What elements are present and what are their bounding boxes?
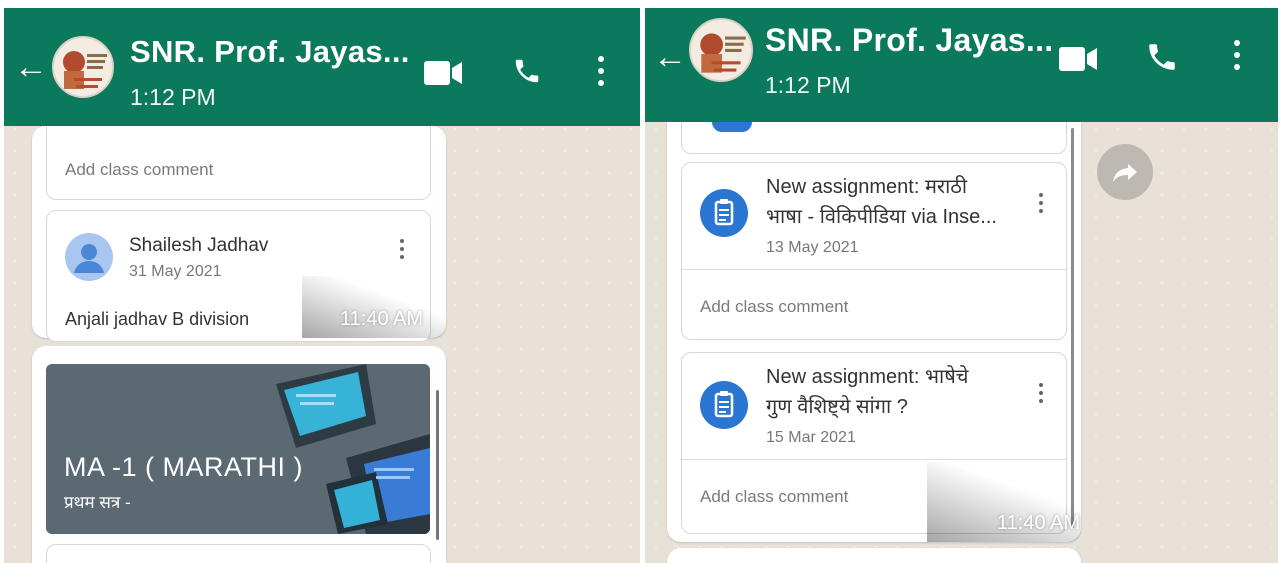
image-message-bubble[interactable]: New assignment: मराठी भाषा - विकिपीडिया … xyxy=(667,122,1081,542)
image-message-bubble[interactable]: Add class comment Shailesh Jadhav 31 May… xyxy=(32,126,446,342)
chat-header: ← SNR. Prof. Jayas... 1:12 PM xyxy=(4,8,640,126)
voice-call-icon[interactable] xyxy=(1145,40,1179,74)
add-class-comment[interactable]: Add class comment xyxy=(700,297,848,317)
assignment-date: 13 May 2021 xyxy=(766,239,859,256)
user-avatar-icon xyxy=(65,233,113,281)
assignment-date: 15 Mar 2021 xyxy=(766,429,856,446)
message-time: 11:40 AM xyxy=(340,308,424,330)
avatar-image-icon xyxy=(63,51,107,89)
last-seen-time: 1:12 PM xyxy=(130,84,216,110)
contact-avatar[interactable] xyxy=(52,36,114,98)
video-call-icon[interactable] xyxy=(424,60,464,86)
post-author: Shailesh Jadhav xyxy=(129,235,269,256)
back-arrow-icon[interactable]: ← xyxy=(653,40,687,74)
last-seen-time: 1:12 PM xyxy=(765,72,851,98)
comment-card: Add class comment xyxy=(46,126,431,200)
assignment-card: New assignment: मराठी भाषा - विकिपीडिया … xyxy=(681,162,1067,340)
divider xyxy=(682,459,1066,460)
add-class-comment[interactable]: Add class comment xyxy=(700,487,848,507)
chat-menu-icon[interactable] xyxy=(1234,40,1240,76)
post-body: Anjali jadhav B division xyxy=(65,309,250,329)
class-title: MA -1 ( MARATHI ) xyxy=(64,452,304,482)
forward-arrow-icon xyxy=(1113,164,1137,182)
voice-call-icon[interactable] xyxy=(512,56,542,86)
assignment-menu-icon[interactable] xyxy=(1038,383,1044,407)
assignment-icon xyxy=(700,189,748,237)
chat-screenshot-left: ← SNR. Prof. Jayas... 1:12 PM Add class … xyxy=(4,8,640,563)
contact-name[interactable]: SNR. Prof. Jayas... xyxy=(130,34,410,70)
contact-name[interactable]: SNR. Prof. Jayas... xyxy=(765,22,1053,59)
avatar-image-icon xyxy=(700,33,746,73)
assignment-title-line1[interactable]: New assignment: भाषेचे xyxy=(766,363,968,392)
assignment-icon xyxy=(712,122,752,132)
scrollbar[interactable] xyxy=(436,390,439,540)
assignment-menu-icon[interactable] xyxy=(1038,193,1044,217)
divider xyxy=(682,269,1066,270)
next-post-card xyxy=(46,544,431,563)
assignment-icon xyxy=(700,381,748,429)
contact-avatar[interactable] xyxy=(689,18,753,82)
chat-header: ← SNR. Prof. Jayas... 1:12 PM xyxy=(645,8,1278,122)
video-call-icon[interactable] xyxy=(1059,46,1099,72)
chat-menu-icon[interactable] xyxy=(598,56,604,92)
prev-post-card xyxy=(681,122,1067,154)
forward-button[interactable] xyxy=(1097,144,1153,200)
chat-screenshot-right: ← SNR. Prof. Jayas... 1:12 PM New assign… xyxy=(645,8,1278,563)
message-time: 11:40 AM xyxy=(997,512,1081,534)
assignment-title-line2[interactable]: भाषा - विकिपीडिया via Inse... xyxy=(766,203,997,232)
image-message-bubble[interactable]: MA -1 ( MARATHI ) प्रथम सत्र - xyxy=(32,346,446,563)
class-banner: MA -1 ( MARATHI ) प्रथम सत्र - xyxy=(46,364,430,534)
assignment-title-line1[interactable]: New assignment: मराठी xyxy=(766,173,967,202)
class-subtitle: प्रथम सत्र - xyxy=(64,493,131,512)
next-message-bubble[interactable] xyxy=(667,548,1081,563)
post-menu-icon[interactable] xyxy=(399,239,405,263)
add-class-comment[interactable]: Add class comment xyxy=(65,160,213,180)
assignment-title-line2[interactable]: गुण वैशिष्ट्ये सांगा ? xyxy=(766,393,908,422)
post-date: 31 May 2021 xyxy=(129,263,222,280)
back-arrow-icon[interactable]: ← xyxy=(14,50,48,84)
